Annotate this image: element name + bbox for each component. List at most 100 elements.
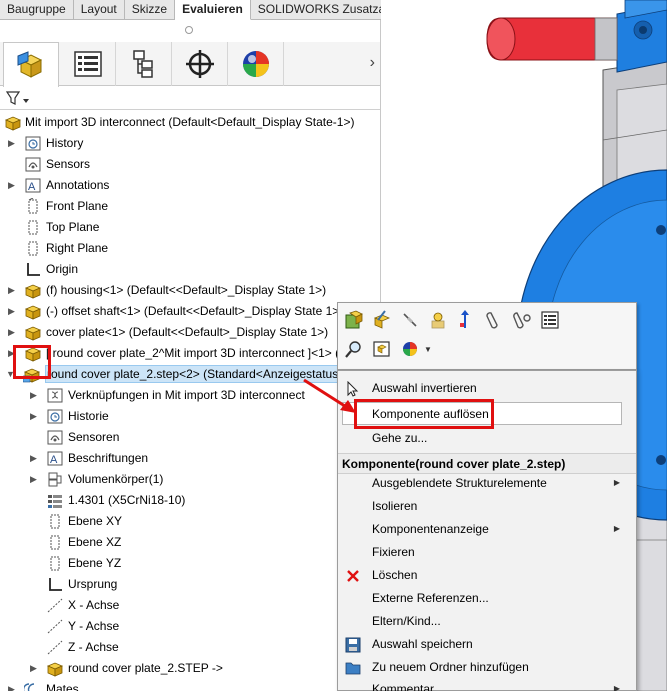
menu-item-dissolve-component[interactable]: Komponente auflösen [342,402,622,425]
properties-button[interactable] [539,309,561,331]
menu-item-add-to-new-folder[interactable]: Zu neuem Ordner hinzufügen [338,656,636,679]
zoom-to-selection-button[interactable] [343,338,365,360]
tree-item-round-cover-plate-step[interactable]: ▼ round cover plate_2.step<2> (Standard<… [0,364,380,385]
menu-item-comment[interactable]: Kommentar ▶ [338,678,636,691]
collapse-arrow-icon[interactable]: ▼ [6,369,15,379]
tree-item-historie[interactable]: ▶ Historie [0,406,380,427]
view-mates-button[interactable] [511,309,533,331]
tree-item-ebene-yz[interactable]: Ebene YZ [0,553,380,574]
menu-item-fix[interactable]: Fixieren [338,541,636,564]
filter-icon[interactable] [5,90,31,106]
tab-evaluieren[interactable]: Evaluieren [175,0,251,20]
sensor-icon [25,157,41,172]
move-with-triad-button[interactable] [455,309,477,331]
tree-label: Historie [68,409,109,423]
tab-skizze[interactable]: Skizze [125,0,176,20]
menu-item-isolate[interactable]: Isolieren [338,495,636,518]
annotations-icon: A [25,178,41,193]
part-icon [24,347,42,362]
tree-item-origin[interactable]: Origin [0,259,380,280]
menu-item-external-references[interactable]: Externe Referenzen... [338,587,636,610]
tree-item-ebene-xy[interactable]: Ebene XY [0,511,380,532]
tree-item-top-plane[interactable]: Top Plane [0,217,380,238]
menu-item-delete[interactable]: Löschen [338,564,636,587]
tree-item-housing[interactable]: ▶ (f) housing<1> (Default<<Default>_Disp… [0,280,380,301]
panel-grip[interactable] [185,26,193,34]
edit-part-button[interactable] [371,309,393,331]
chevron-right-icon[interactable]: › [370,54,375,72]
menu-item-parent-child[interactable]: Eltern/Kind... [338,610,636,633]
mates-button[interactable] [483,309,505,331]
propertymanager-icon [73,51,102,77]
appearance-dropdown[interactable]: ▼ [422,338,434,360]
tree-item-material[interactable]: 1.4301 (X5CrNi18-10) [0,490,380,511]
expand-arrow-icon[interactable]: ▶ [8,285,16,295]
tree-item-offset-shaft[interactable]: ▶ (-) offset shaft<1> (Default<<Default>… [0,301,380,322]
expand-arrow-icon[interactable]: ▶ [30,411,38,421]
tree-item-mates[interactable]: ▶ Mates [0,679,380,691]
tree-item-sensors[interactable]: Sensors [0,154,380,175]
tree-item-round-cover-plate-virtual[interactable]: ▶ [ round cover plate_2^Mit import 3D in… [0,343,380,364]
expand-arrow-icon[interactable]: ▶ [8,138,16,148]
tree-label: Verknüpfungen in Mit import 3D interconn… [68,388,305,402]
isolate-button[interactable] [371,338,393,360]
dimxpert-tab[interactable] [172,42,228,86]
tree-item-sensoren[interactable]: Sensoren [0,427,380,448]
menu-item-label: Gehe zu... [372,431,428,445]
tree-item-annotations[interactable]: ▶ A Annotations [0,175,380,196]
tree-item-volumenkoerper[interactable]: ▶ Volumenkörper(1) [0,469,380,490]
menu-item-label: Externe Referenzen... [372,591,489,605]
tree-item-z-achse[interactable]: Z - Achse [0,637,380,658]
transparency-icon [431,312,445,329]
move-with-triad-icon [460,310,469,328]
appearance-button[interactable] [399,338,421,360]
tab-baugruppe[interactable]: Baugruppe [0,0,74,20]
expand-arrow-icon[interactable]: ▶ [30,453,38,463]
plane-icon [50,535,60,550]
submenu-arrow-icon: ▶ [613,684,620,691]
hide-icon [403,313,417,327]
expand-arrow-icon[interactable]: ▶ [30,390,38,400]
propertymanager-tab[interactable] [60,42,116,86]
tree-root-assembly[interactable]: Mit import 3D interconnect (Default<Defa… [0,112,380,133]
tree-item-beschriftungen[interactable]: ▶ A Beschriftungen [0,448,380,469]
hide-button[interactable] [399,309,421,331]
menu-section-title: Komponente(round cover plate_2.step) [342,457,566,471]
menu-item-label: Fixieren [372,545,415,559]
tree-label: Mit import 3D interconnect (Default<Defa… [25,115,355,129]
menu-item-save-selection[interactable]: Auswahl speichern [338,633,636,656]
tree-item-history[interactable]: ▶ History [0,133,380,154]
tree-item-y-achse[interactable]: Y - Achse [0,616,380,637]
expand-arrow-icon[interactable]: ▶ [8,306,16,316]
expand-arrow-icon[interactable]: ▶ [30,663,38,673]
tree-label: Annotations [46,178,110,192]
expand-arrow-icon[interactable]: ▶ [8,180,16,190]
expand-arrow-icon[interactable]: ▶ [30,474,38,484]
configurationmanager-tab[interactable] [116,42,172,86]
tree-item-verknuepfungen[interactable]: ▶ Verknüpfungen in Mit import 3D interco… [0,385,380,406]
tree-item-imported-step[interactable]: ▶ round cover plate_2.STEP -> [0,658,380,679]
isolate-icon [373,341,390,357]
mates-icon [24,683,35,691]
tree-item-ursprung[interactable]: Ursprung [0,574,380,595]
menu-item-invert-selection[interactable]: Auswahl invertieren [338,377,636,400]
menu-section-header: Komponente(round cover plate_2.step) [338,453,636,474]
expand-arrow-icon[interactable]: ▶ [8,348,16,358]
menu-item-hidden-tree-items[interactable]: Ausgeblendete Strukturelemente ▶ [338,472,636,495]
featuremanager-tab[interactable] [3,42,59,87]
open-part-button[interactable] [343,309,365,331]
menu-item-go-to[interactable]: Gehe zu... [338,427,636,450]
expand-arrow-icon[interactable]: ▶ [8,684,16,691]
tree-item-front-plane[interactable]: Front Plane [0,196,380,217]
tree-item-x-achse[interactable]: X - Achse [0,595,380,616]
tree-item-cover-plate[interactable]: ▶ cover plate<1> (Default<<Default>_Disp… [0,322,380,343]
menu-item-component-display[interactable]: Komponentenanzeige ▶ [338,518,636,541]
displaymanager-tab[interactable] [228,42,284,86]
tab-layout[interactable]: Layout [74,0,125,20]
expand-arrow-icon[interactable]: ▶ [8,327,16,337]
tree-item-right-plane[interactable]: Right Plane [0,238,380,259]
transparency-button[interactable] [427,309,449,331]
tree-item-ebene-xz[interactable]: Ebene XZ [0,532,380,553]
tree-label: Ebene XY [68,514,123,528]
tree-label: Origin [46,262,79,276]
